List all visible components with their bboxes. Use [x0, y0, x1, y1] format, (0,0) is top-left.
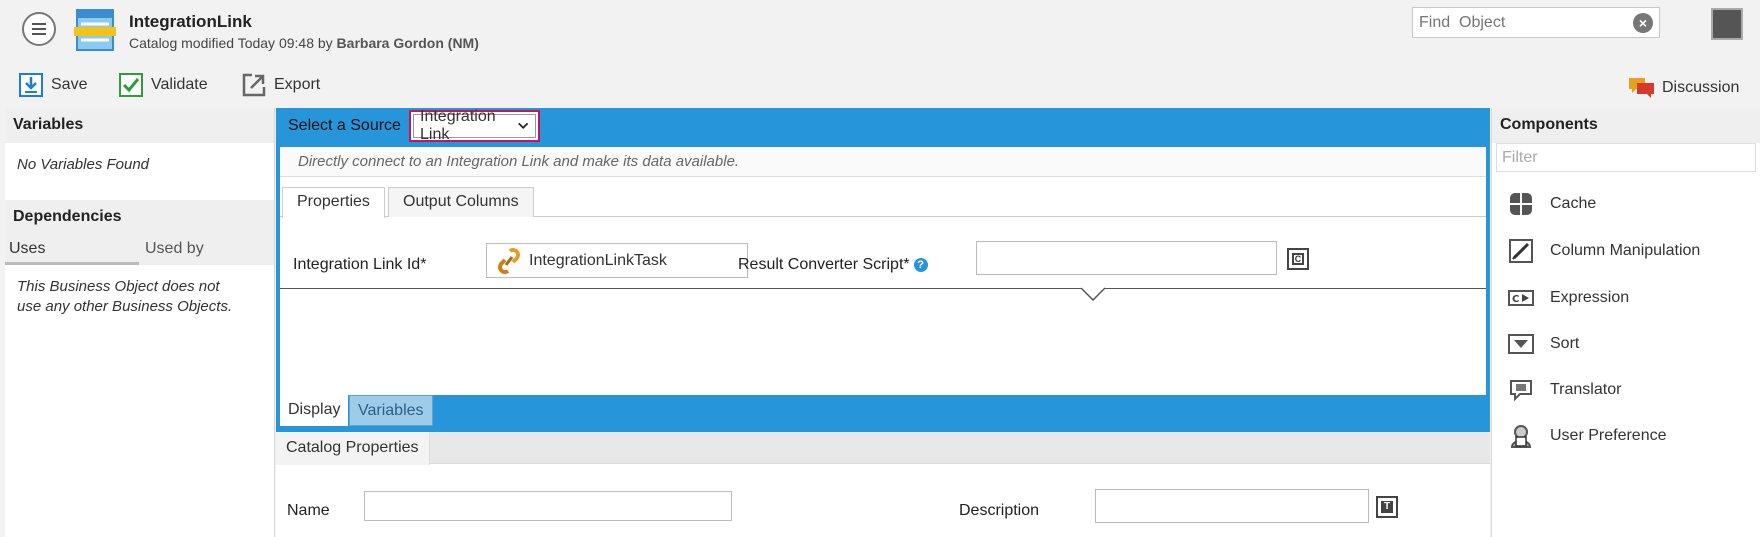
- name-input[interactable]: [364, 491, 732, 521]
- source-select[interactable]: Integration Link: [409, 108, 540, 143]
- tab-used-by[interactable]: Used by: [145, 240, 204, 258]
- component-cache[interactable]: Cache: [1508, 191, 1596, 217]
- bottom-tabs: Display Variables: [276, 395, 676, 427]
- save-icon: [19, 73, 43, 97]
- source-select-value: Integration Link: [420, 108, 496, 143]
- source-tabs: Properties Output Columns: [280, 187, 1486, 218]
- discussion-button[interactable]: Discussion: [1628, 76, 1739, 100]
- cache-icon: [1510, 193, 1532, 215]
- component-label: Cache: [1550, 195, 1597, 212]
- description-label: Description: [959, 502, 1040, 519]
- business-object-icon: [74, 9, 116, 51]
- chain-link-icon: [498, 247, 520, 274]
- discussion-label: Discussion: [1662, 79, 1740, 96]
- component-user-preference[interactable]: User Preference: [1508, 423, 1667, 449]
- left-panel: Variables No Variables Found Dependencie…: [5, 108, 275, 537]
- component-expression[interactable]: C Expression: [1508, 285, 1629, 311]
- components-panel: Components Filter Cache Column Manipulat…: [1491, 108, 1760, 537]
- source-panel: Select a Source Integration Link Directl…: [276, 108, 1490, 432]
- menu-icon[interactable]: [22, 12, 56, 46]
- page-title: IntegrationLink: [129, 12, 252, 31]
- component-label: Expression: [1550, 289, 1630, 306]
- catalog-properties: Catalog Properties Name Description T: [276, 432, 1490, 537]
- help-icon[interactable]: ?: [913, 258, 928, 272]
- user-preference-icon: [1510, 425, 1532, 448]
- save-label: Save: [51, 76, 88, 93]
- description-input[interactable]: [1095, 489, 1369, 523]
- select-source-label: Select a Source: [288, 117, 401, 134]
- integration-link-id-field[interactable]: IntegrationLinkTask: [486, 243, 748, 278]
- uses-message: This Business Object does not use any ot…: [17, 278, 233, 315]
- text-editor-icon[interactable]: T: [1376, 496, 1398, 518]
- checkmark-icon: [119, 73, 143, 97]
- translator-icon: [1510, 380, 1532, 402]
- export-button[interactable]: Export: [242, 72, 320, 98]
- script-editor-icon[interactable]: C: [1287, 248, 1309, 270]
- tab-output-columns[interactable]: Output Columns: [388, 187, 534, 217]
- main-editor: Select a Source Integration Link Directl…: [276, 108, 1490, 537]
- validate-button[interactable]: Validate: [119, 72, 208, 98]
- modified-text: Catalog modified Today 09:48 by: [129, 35, 333, 51]
- catalog-tabbar: Catalog Properties: [276, 432, 1490, 465]
- tab-catalog-properties[interactable]: Catalog Properties: [276, 432, 430, 465]
- components-header: Components: [1492, 108, 1760, 143]
- tab-variables[interactable]: Variables: [349, 395, 433, 426]
- tab-uses[interactable]: Uses: [9, 240, 45, 258]
- modified-user: Barbara Gordon (NM): [336, 35, 479, 51]
- expression-icon: C: [1508, 290, 1534, 306]
- clear-icon[interactable]: ×: [1633, 13, 1653, 33]
- modified-info: Catalog modified Today 09:48 by Barbara …: [129, 35, 479, 51]
- component-column-manipulation[interactable]: Column Manipulation: [1508, 238, 1700, 264]
- tab-display[interactable]: Display: [280, 395, 349, 426]
- notch-indicator: [1081, 287, 1105, 301]
- integration-link-id-value: IntegrationLinkTask: [529, 251, 667, 269]
- result-converter-label: Result Converter Script*: [738, 256, 910, 273]
- component-label: Translator: [1550, 381, 1622, 398]
- no-variables-message: No Variables Found: [17, 156, 150, 173]
- component-translator[interactable]: Translator: [1508, 377, 1621, 403]
- export-label: Export: [274, 76, 321, 93]
- dependencies-tabs: Uses Used by: [5, 235, 274, 265]
- integration-link-id-label: Integration Link Id*: [293, 256, 427, 273]
- variables-header: Variables: [5, 108, 274, 143]
- content-divider: [280, 288, 1486, 289]
- result-converter-input[interactable]: [976, 241, 1277, 275]
- svg-text:C: C: [1512, 294, 1519, 305]
- discussion-icon: [1629, 78, 1654, 98]
- sort-icon: [1508, 334, 1534, 354]
- chevron-down-icon: [517, 122, 528, 130]
- column-manipulation-icon: [1509, 239, 1533, 263]
- source-description: Directly connect to an Integration Link …: [280, 147, 1486, 177]
- export-icon: [242, 73, 266, 97]
- components-filter[interactable]: Filter: [1496, 143, 1756, 172]
- tab-properties[interactable]: Properties: [282, 187, 385, 218]
- name-label: Name: [287, 502, 330, 519]
- component-label: User Preference: [1550, 427, 1667, 444]
- validate-label: Validate: [151, 76, 208, 93]
- window-toggle-button[interactable]: [1711, 8, 1743, 40]
- source-content: Directly connect to an Integration Link …: [280, 147, 1486, 395]
- save-button[interactable]: Save: [19, 72, 87, 98]
- find-object-input[interactable]: [1413, 8, 1623, 37]
- component-sort[interactable]: Sort: [1508, 331, 1579, 357]
- dependencies-header: Dependencies: [5, 200, 274, 235]
- app-header: IntegrationLink Catalog modified Today 0…: [0, 0, 1760, 62]
- toolbar: Save Validate Export: [0, 68, 1760, 100]
- component-label: Sort: [1550, 335, 1580, 352]
- find-object-box: ×: [1412, 7, 1660, 38]
- result-converter-label-group: Result Converter Script* ?: [738, 256, 928, 274]
- component-label: Column Manipulation: [1550, 242, 1701, 259]
